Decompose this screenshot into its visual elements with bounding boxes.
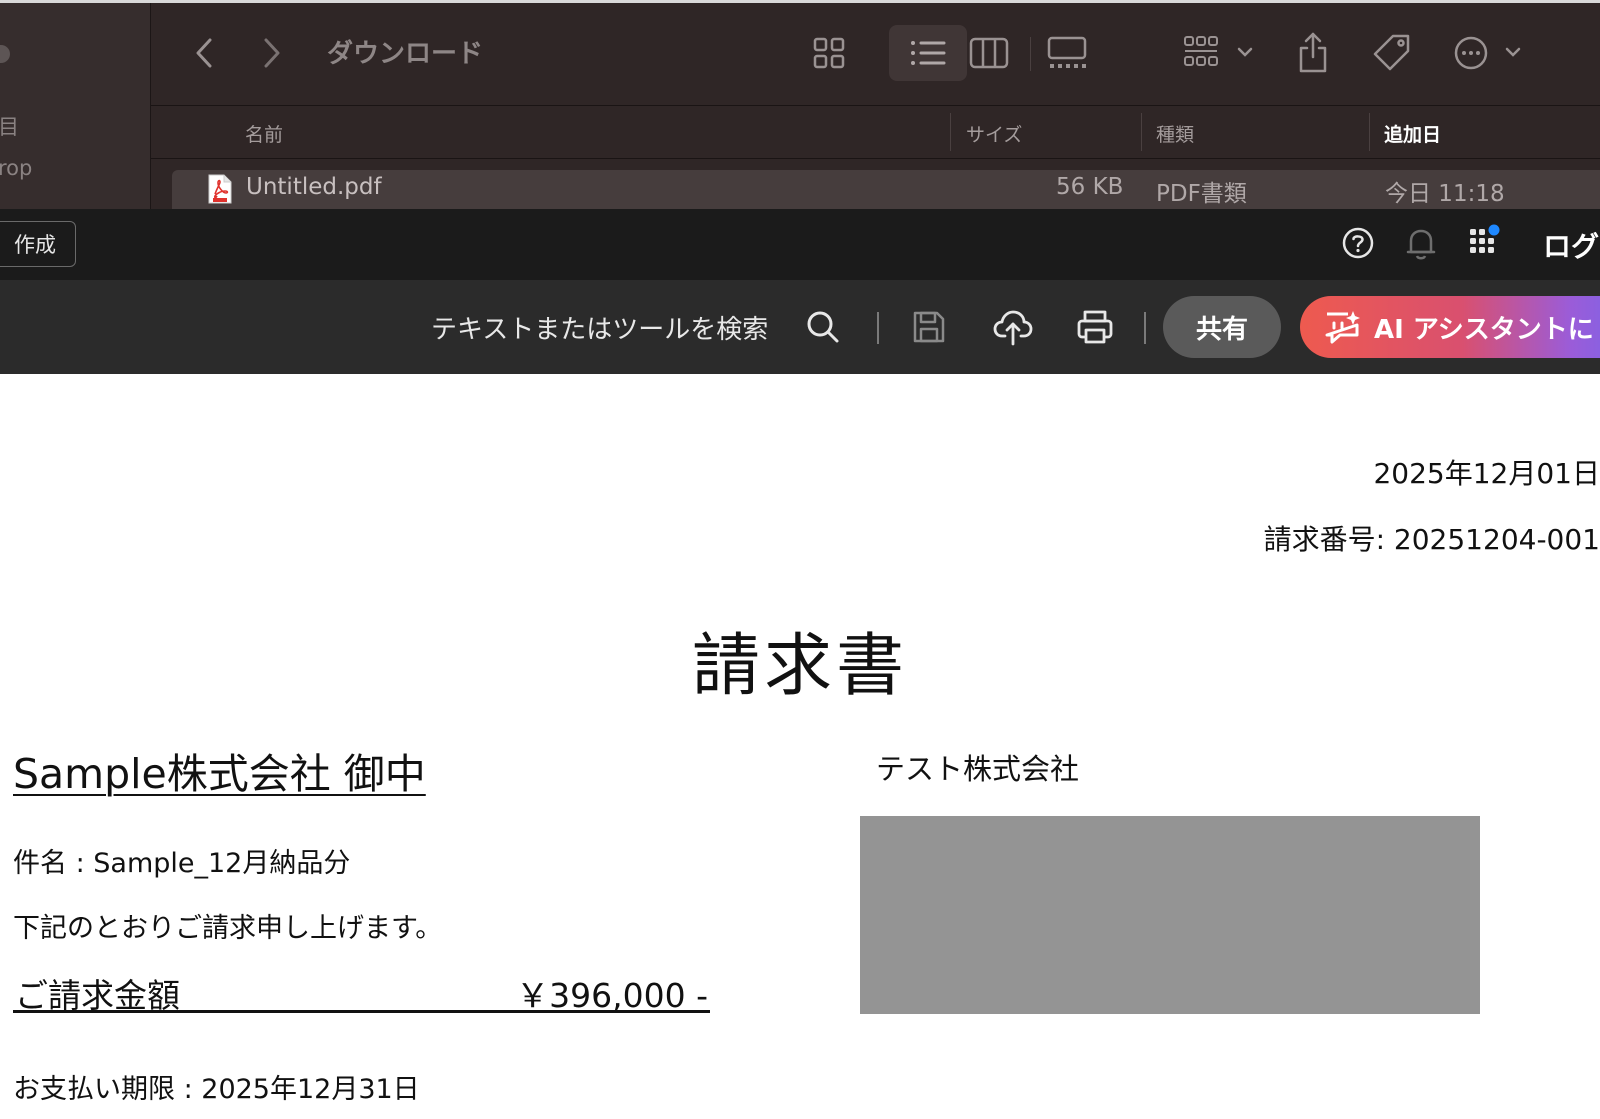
column-size[interactable]: サイズ <box>966 120 1022 147</box>
file-kind: PDF書類 <box>1156 181 1247 207</box>
gallery-view-icon[interactable] <box>1045 33 1089 73</box>
invoice-number: 請求番号: 20251204-001 <box>1263 523 1600 556</box>
ai-assistant-label: AI アシスタントに <box>1374 314 1594 345</box>
cloud-upload-icon[interactable] <box>992 306 1034 348</box>
help-icon[interactable] <box>1340 225 1376 261</box>
icon-view-icon[interactable] <box>809 33 849 73</box>
column-name[interactable]: 名前 <box>245 120 283 147</box>
amount-label: ご請求金額 <box>15 976 180 1015</box>
list-view-button[interactable] <box>889 25 967 81</box>
column-separator[interactable] <box>950 113 951 151</box>
column-separator[interactable] <box>1369 113 1370 151</box>
file-size: 56 KB <box>1056 174 1124 200</box>
ai-assistant-button[interactable]: AI アシスタントに <box>1300 296 1600 358</box>
finder-column-header: 名前 サイズ 種類 追加日 <box>151 107 1600 159</box>
pdf-file-icon <box>208 174 232 204</box>
finder-window: 目 rop ダウンロード 名前 サイズ 種類 追加日 Untitled.pdf … <box>0 0 1600 209</box>
invoice-date: 2025年12月01日 <box>1373 457 1600 490</box>
file-name: Untitled.pdf <box>246 174 382 200</box>
apps-grid-icon[interactable] <box>1466 223 1504 261</box>
acrobat-header: 作成 ログ <box>0 209 1600 280</box>
file-date-added: 今日 11:18 <box>1385 181 1505 207</box>
ai-assistant-icon <box>1324 309 1362 345</box>
share-button[interactable]: 共有 <box>1163 296 1281 358</box>
sidebar-item-airdrop[interactable]: rop <box>0 156 32 180</box>
folder-title: ダウンロード <box>327 39 484 69</box>
create-button[interactable]: 作成 <box>0 221 76 267</box>
notification-bell-icon[interactable] <box>1403 225 1439 263</box>
finder-share-icon[interactable] <box>1293 29 1333 75</box>
column-kind[interactable]: 種類 <box>1156 120 1194 147</box>
document-title: 請求書 <box>691 627 908 706</box>
search-icon[interactable] <box>804 308 842 346</box>
forward-icon[interactable] <box>257 33 287 73</box>
login-button[interactable]: ログ <box>1543 225 1599 265</box>
issuer-name: テスト株式会社 <box>876 752 1080 786</box>
invoice-intro: 下記のとおりご請求申し上げます。 <box>13 913 443 944</box>
amount-row: ご請求金額 ￥396,000 - <box>13 969 710 1015</box>
sidebar-item-recents[interactable]: 目 <box>0 111 19 141</box>
finder-sidebar: 目 rop <box>0 3 151 209</box>
toolbar-separator <box>1144 312 1146 344</box>
tag-icon[interactable] <box>1369 31 1413 75</box>
invoice-subject: 件名 : Sample_12月納品分 <box>13 848 351 879</box>
column-date-added[interactable]: 追加日 <box>1384 120 1441 147</box>
column-view-icon[interactable] <box>967 33 1011 73</box>
column-separator[interactable] <box>1141 113 1142 151</box>
print-icon[interactable] <box>1075 308 1115 346</box>
acrobat-toolbar: テキストまたはツールを検索 共有 AI アシスタントに <box>0 280 1600 374</box>
group-by-icon[interactable] <box>1181 33 1261 73</box>
recipient-name: Sample株式会社 御中 <box>13 750 426 798</box>
more-actions-icon[interactable] <box>1451 33 1527 73</box>
redacted-block <box>860 816 1480 1014</box>
file-row-untitled-pdf[interactable]: Untitled.pdf 56 KB PDF書類 今日 11:18 <box>172 170 1600 209</box>
pdf-document-page: 2025年12月01日 請求番号: 20251204-001 請求書 Sampl… <box>0 374 1600 1119</box>
toolbar-separator <box>877 312 879 344</box>
back-icon[interactable] <box>189 33 219 73</box>
tool-search-field[interactable]: テキストまたはツールを検索 <box>431 309 768 346</box>
toolbar-divider <box>1030 37 1031 71</box>
list-view-icon <box>909 37 947 69</box>
sidebar-window-button[interactable] <box>0 45 10 63</box>
save-icon[interactable] <box>910 308 948 346</box>
amount-value: ￥396,000 - <box>516 976 708 1015</box>
payment-due-date: お支払い期限 : 2025年12月31日 <box>13 1074 420 1105</box>
finder-toolbar: ダウンロード <box>151 3 1600 106</box>
